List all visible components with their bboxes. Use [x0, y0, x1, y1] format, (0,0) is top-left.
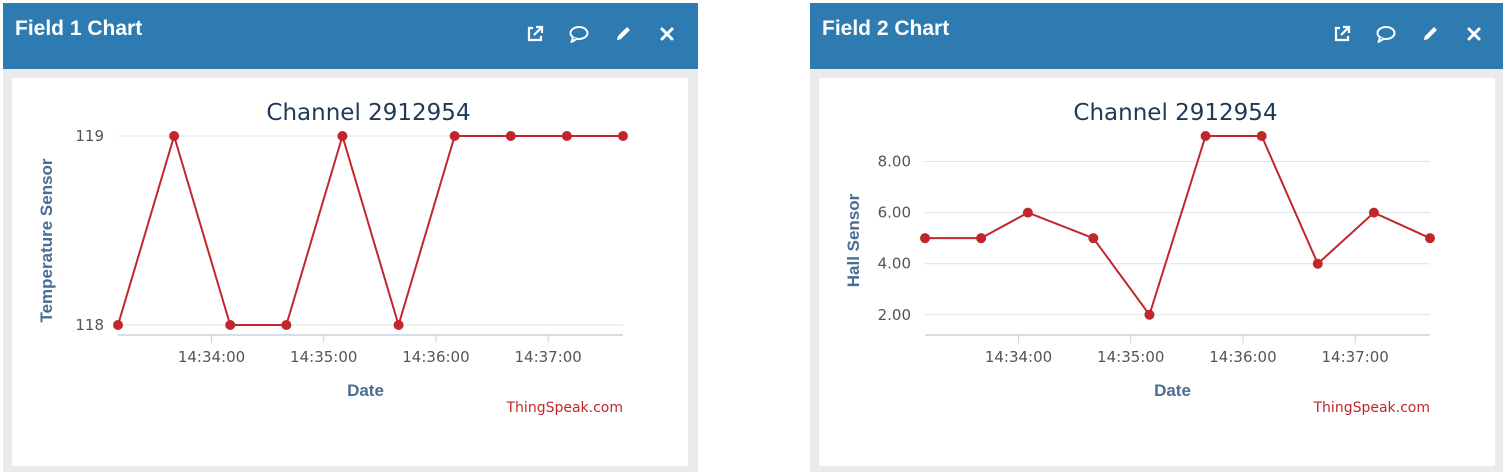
x-tick-label: 14:34:00	[985, 348, 1052, 366]
data-point	[225, 320, 236, 330]
field-2-line-chart: Channel 2912954 2.00 4.00 6.00 8.00 14:34:00 1…	[844, 100, 1435, 416]
credit-label: ThingSpeak.com	[1313, 400, 1431, 416]
external-link-icon[interactable]	[522, 21, 548, 47]
data-point	[976, 233, 987, 244]
y-axis-label: Hall Sensor	[844, 193, 863, 287]
y-tick-label: 2.00	[878, 306, 911, 324]
y-tick-label: 4.00	[878, 255, 911, 273]
data-point	[1312, 258, 1323, 269]
y-tick-label: 119	[75, 127, 104, 145]
y-tick-label: 8.00	[878, 153, 911, 171]
close-icon[interactable]	[1461, 21, 1487, 47]
data-point	[169, 131, 180, 141]
y-tick-label: 118	[75, 316, 104, 334]
data-point	[920, 233, 930, 244]
y-axis-label: Temperature Sensor	[37, 158, 56, 322]
data-point	[505, 131, 516, 141]
comment-icon[interactable]	[1373, 21, 1399, 47]
field-2-panel: Field 2 Chart Channel 2912954 2.00 4.00 6.0…	[810, 3, 1503, 472]
chart-title: Channel 2912954	[266, 100, 470, 126]
x-tick-label: 14:37:00	[514, 348, 581, 366]
field-1-panel: Field 1 Chart Channel 2912954 118 119 14:34…	[3, 3, 698, 472]
data-point	[1144, 309, 1155, 320]
data-point	[1256, 131, 1267, 141]
data-point	[561, 131, 572, 141]
external-link-icon[interactable]	[1329, 21, 1355, 47]
panel-header: Field 1 Chart	[3, 3, 698, 69]
chart-area: Channel 2912954 2.00 4.00 6.00 8.00 14:34:00 1…	[819, 78, 1495, 466]
comment-icon[interactable]	[566, 21, 592, 47]
panel-title: Field 1 Chart	[15, 17, 143, 40]
x-axis-label: Date	[347, 381, 384, 400]
data-point	[1425, 233, 1435, 244]
panel-header: Field 2 Chart	[810, 3, 1503, 69]
panel-title: Field 2 Chart	[822, 17, 950, 40]
field-1-line-chart: Channel 2912954 118 119 14:34:00 14:35:00 14:…	[37, 100, 628, 416]
credit-label: ThingSpeak.com	[506, 400, 624, 416]
series-line	[925, 135, 1431, 317]
x-tick-label: 14:36:00	[402, 348, 469, 366]
series-line	[117, 132, 623, 329]
chart-title: Channel 2912954	[1073, 100, 1277, 126]
chart-area: Channel 2912954 118 119 14:34:00 14:35:00 14:…	[12, 78, 688, 466]
data-point	[1200, 131, 1211, 141]
data-point	[618, 131, 628, 141]
pencil-icon[interactable]	[1417, 21, 1443, 47]
data-point	[393, 320, 404, 330]
pencil-icon[interactable]	[610, 21, 636, 47]
x-tick-label: 14:36:00	[1209, 348, 1276, 366]
x-tick-label: 14:35:00	[290, 348, 357, 366]
data-point	[113, 320, 123, 330]
x-tick-label: 14:35:00	[1097, 348, 1164, 366]
close-icon[interactable]	[654, 21, 680, 47]
data-point	[449, 131, 460, 141]
y-tick-label: 6.00	[878, 204, 911, 222]
data-point	[1088, 233, 1099, 244]
data-point	[1022, 207, 1033, 218]
data-point	[1368, 207, 1379, 218]
data-point	[281, 320, 292, 330]
x-tick-label: 14:37:00	[1321, 348, 1388, 366]
x-tick-label: 14:34:00	[178, 348, 245, 366]
data-point	[337, 131, 348, 141]
x-axis-label: Date	[1154, 381, 1191, 400]
